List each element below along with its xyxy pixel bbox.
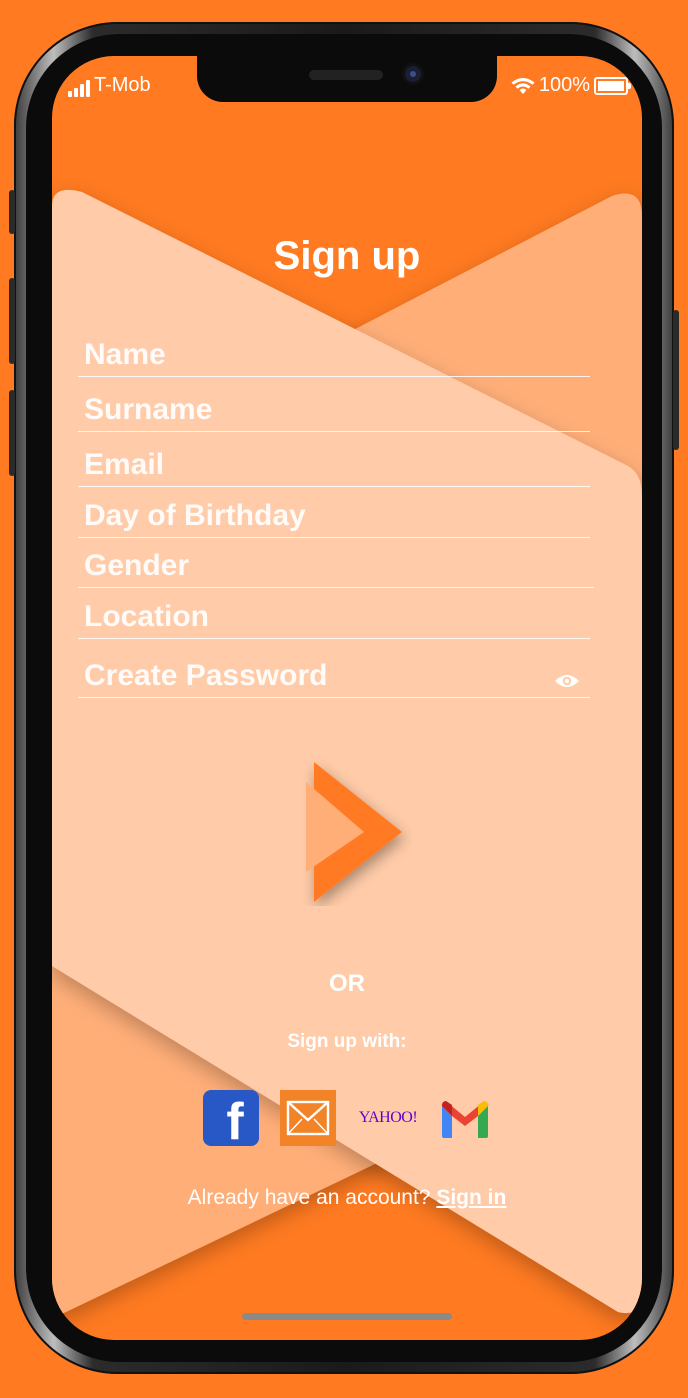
volume-up-button	[9, 278, 15, 364]
mute-switch	[9, 190, 15, 234]
carrier-label: T-Mob	[94, 74, 151, 96]
gmail-icon	[442, 1101, 488, 1138]
yahoo-button[interactable]: YAHOO!	[352, 1090, 424, 1146]
speaker	[309, 70, 383, 80]
yahoo-logo: YAHOO!	[358, 1109, 418, 1126]
battery-percent: 100%	[538, 74, 590, 96]
mail-icon	[286, 1100, 330, 1136]
eye-icon[interactable]	[554, 673, 580, 689]
volume-down-button	[9, 390, 15, 476]
status-bar-left: T-Mob	[68, 74, 151, 97]
email-input[interactable]	[84, 446, 524, 484]
location-field	[78, 594, 590, 639]
birthday-field	[78, 493, 590, 538]
front-camera	[405, 66, 421, 82]
power-button	[673, 310, 679, 450]
play-arrow-icon	[306, 762, 402, 902]
surname-input[interactable]	[84, 391, 524, 429]
password-field	[78, 653, 590, 698]
email-field	[78, 442, 590, 487]
password-input[interactable]	[84, 657, 524, 695]
page-title: Sign up	[273, 234, 421, 278]
gmail-button[interactable]	[438, 1090, 492, 1146]
gender-input[interactable]	[84, 547, 524, 585]
signup-with-label: Sign up with:	[287, 1031, 407, 1052]
name-input[interactable]	[84, 336, 524, 374]
surname-field	[78, 387, 590, 432]
app-screen: T-Mob 100% Sign up Name Surname Email Da…	[52, 56, 642, 1340]
signin-prompt: Already have an account? Sign in	[52, 1186, 642, 1210]
battery-icon	[594, 76, 631, 95]
notch	[197, 56, 497, 102]
signin-prompt-text: Already have an account?	[187, 1186, 431, 1209]
wifi-icon	[511, 77, 535, 94]
facebook-icon: f	[226, 1093, 244, 1146]
signal-icon	[68, 79, 90, 97]
outlook-button[interactable]	[280, 1090, 336, 1146]
birthday-input[interactable]	[84, 497, 524, 535]
location-input[interactable]	[84, 598, 524, 636]
facebook-button[interactable]: f	[203, 1090, 259, 1146]
submit-play-button[interactable]	[302, 756, 412, 906]
home-indicator[interactable]	[242, 1313, 452, 1320]
status-bar-right: 100%	[511, 74, 631, 97]
name-field	[78, 332, 590, 377]
signin-link[interactable]: Sign in	[436, 1186, 506, 1209]
or-divider: OR	[329, 970, 365, 997]
gender-field	[78, 543, 594, 588]
